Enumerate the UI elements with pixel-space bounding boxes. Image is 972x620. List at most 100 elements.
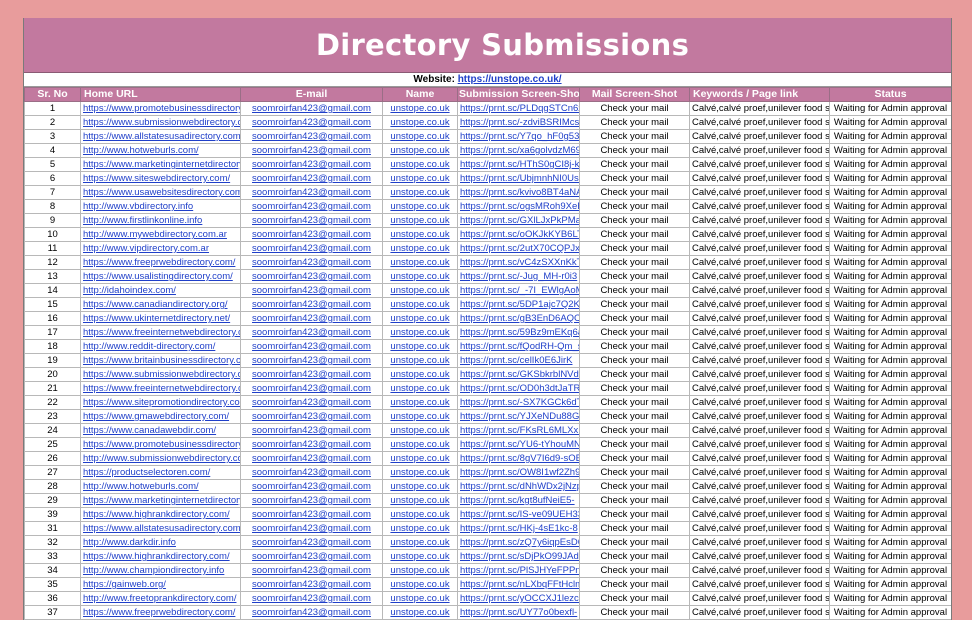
cell-name-link[interactable]: unstope.co.uk <box>382 591 458 606</box>
cell-keywords[interactable]: Calvé,calvé proef,unilever food s <box>689 157 830 172</box>
cell-email-link[interactable]: soomroirfan423@gmail.com <box>240 409 383 424</box>
cell-email-link[interactable]: soomroirfan423@gmail.com <box>240 563 383 578</box>
cell-keywords[interactable]: Calvé,calvé proef,unilever food s <box>689 577 830 592</box>
cell-sr-no[interactable]: 32 <box>24 535 81 550</box>
cell-mail-shot[interactable]: Check your mail <box>579 283 690 298</box>
cell-sr-no[interactable]: 14 <box>24 283 81 298</box>
cell-sr-no[interactable]: 22 <box>24 395 81 410</box>
cell-email-link[interactable]: soomroirfan423@gmail.com <box>240 129 383 144</box>
cell-home-url-link[interactable]: http://www.freetoprankdirectory.com/ <box>80 591 241 606</box>
cell-status[interactable]: Waiting for Admin approval <box>829 213 951 228</box>
cell-status[interactable]: Waiting for Admin approval <box>829 479 951 494</box>
cell-status[interactable]: Waiting for Admin approval <box>829 605 951 620</box>
cell-email-link[interactable]: soomroirfan423@gmail.com <box>240 437 383 452</box>
cell-keywords[interactable]: Calvé,calvé proef,unilever food s <box>689 353 830 368</box>
cell-submission-shot-link[interactable]: https://prnt.sc/YJXeNDu88GZa <box>457 409 580 424</box>
cell-sr-no[interactable]: 15 <box>24 297 81 312</box>
cell-name-link[interactable]: unstope.co.uk <box>382 549 458 564</box>
cell-keywords[interactable]: Calvé,calvé proef,unilever food s <box>689 493 830 508</box>
cell-sr-no[interactable]: 5 <box>24 157 81 172</box>
cell-home-url-link[interactable]: https://www.freeprwebdirectory.com/ <box>80 605 241 620</box>
cell-sr-no[interactable]: 10 <box>24 227 81 242</box>
cell-keywords[interactable]: Calvé,calvé proef,unilever food s <box>689 297 830 312</box>
cell-status[interactable]: Waiting for Admin approval <box>829 325 951 340</box>
cell-name-link[interactable]: unstope.co.uk <box>382 255 458 270</box>
cell-status[interactable]: Waiting for Admin approval <box>829 451 951 466</box>
cell-home-url-link[interactable]: http://www.mywebdirectory.com.ar <box>80 227 241 242</box>
col-header-home-url[interactable]: Home URL <box>80 87 241 102</box>
cell-keywords[interactable]: Calvé,calvé proef,unilever food s <box>689 199 830 214</box>
cell-mail-shot[interactable]: Check your mail <box>579 395 690 410</box>
cell-submission-shot-link[interactable]: https://prnt.sc/GKSbkrblNVdv <box>457 367 580 382</box>
col-header-status[interactable]: Status <box>829 87 951 102</box>
cell-sr-no[interactable]: 28 <box>24 479 81 494</box>
cell-keywords[interactable]: Calvé,calvé proef,unilever food s <box>689 423 830 438</box>
cell-home-url-link[interactable]: https://www.freeinternetwebdirectory.com… <box>80 381 241 396</box>
cell-mail-shot[interactable]: Check your mail <box>579 451 690 466</box>
cell-email-link[interactable]: soomroirfan423@gmail.com <box>240 283 383 298</box>
cell-name-link[interactable]: unstope.co.uk <box>382 423 458 438</box>
cell-name-link[interactable]: unstope.co.uk <box>382 493 458 508</box>
cell-mail-shot[interactable]: Check your mail <box>579 269 690 284</box>
cell-mail-shot[interactable]: Check your mail <box>579 367 690 382</box>
cell-keywords[interactable]: Calvé,calvé proef,unilever food s <box>689 255 830 270</box>
cell-keywords[interactable]: Calvé,calvé proef,unilever food s <box>689 479 830 494</box>
cell-sr-no[interactable]: 11 <box>24 241 81 256</box>
cell-sr-no[interactable]: 8 <box>24 199 81 214</box>
cell-status[interactable]: Waiting for Admin approval <box>829 381 951 396</box>
cell-email-link[interactable]: soomroirfan423@gmail.com <box>240 549 383 564</box>
cell-name-link[interactable]: unstope.co.uk <box>382 521 458 536</box>
cell-sr-no[interactable]: 18 <box>24 339 81 354</box>
cell-mail-shot[interactable]: Check your mail <box>579 297 690 312</box>
cell-home-url-link[interactable]: https://www.highrankdirectory.com/ <box>80 507 241 522</box>
cell-email-link[interactable]: soomroirfan423@gmail.com <box>240 269 383 284</box>
cell-keywords[interactable]: Calvé,calvé proef,unilever food s <box>689 311 830 326</box>
cell-sr-no[interactable]: 13 <box>24 269 81 284</box>
cell-submission-shot-link[interactable]: https://prnt.sc/fQodRH-Qm_sm <box>457 339 580 354</box>
cell-submission-shot-link[interactable]: https://prnt.sc/-Jug_MH-r0i3 <box>457 269 580 284</box>
cell-status[interactable]: Waiting for Admin approval <box>829 199 951 214</box>
cell-home-url-link[interactable]: https://www.marketinginternetdirectory.c… <box>80 157 241 172</box>
cell-home-url-link[interactable]: https://www.freeinternetwebdirectory.com… <box>80 325 241 340</box>
cell-submission-shot-link[interactable]: https://prnt.sc/xa6golvdzM69 <box>457 143 580 158</box>
cell-keywords[interactable]: Calvé,calvé proef,unilever food s <box>689 185 830 200</box>
cell-sr-no[interactable]: 33 <box>24 549 81 564</box>
cell-home-url-link[interactable]: https://www.highrankdirectory.com/ <box>80 549 241 564</box>
cell-status[interactable]: Waiting for Admin approval <box>829 283 951 298</box>
cell-name-link[interactable]: unstope.co.uk <box>382 381 458 396</box>
cell-sr-no[interactable]: 21 <box>24 381 81 396</box>
cell-name-link[interactable]: unstope.co.uk <box>382 353 458 368</box>
cell-name-link[interactable]: unstope.co.uk <box>382 115 458 130</box>
cell-sr-no[interactable]: 16 <box>24 311 81 326</box>
cell-home-url-link[interactable]: https://www.usawebsitesdirectory.com/ <box>80 185 241 200</box>
cell-home-url-link[interactable]: https://www.gmawebdirectory.com/ <box>80 409 241 424</box>
cell-email-link[interactable]: soomroirfan423@gmail.com <box>240 325 383 340</box>
cell-status[interactable]: Waiting for Admin approval <box>829 437 951 452</box>
cell-name-link[interactable]: unstope.co.uk <box>382 269 458 284</box>
cell-home-url-link[interactable]: https://gainweb.org/ <box>80 577 241 592</box>
cell-home-url-link[interactable]: https://www.usalistingdirectory.com/ <box>80 269 241 284</box>
cell-mail-shot[interactable]: Check your mail <box>579 353 690 368</box>
website-link[interactable]: https://unstope.co.uk/ <box>458 74 562 85</box>
cell-mail-shot[interactable]: Check your mail <box>579 241 690 256</box>
cell-keywords[interactable]: Calvé,calvé proef,unilever food s <box>689 325 830 340</box>
cell-submission-shot-link[interactable]: https://prnt.sc/dNhWDx2jNzpf <box>457 479 580 494</box>
cell-name-link[interactable]: unstope.co.uk <box>382 185 458 200</box>
cell-name-link[interactable]: unstope.co.uk <box>382 479 458 494</box>
cell-submission-shot-link[interactable]: https://prnt.sc/HThS0gCI8j-k <box>457 157 580 172</box>
cell-sr-no[interactable]: 39 <box>24 507 81 522</box>
cell-submission-shot-link[interactable]: https://prnt.sc/kvivo8BT4aNA <box>457 185 580 200</box>
cell-home-url-link[interactable]: https://www.allstatesusadirectory.com/ <box>80 129 241 144</box>
cell-name-link[interactable]: unstope.co.uk <box>382 283 458 298</box>
cell-submission-shot-link[interactable]: https://prnt.sc/OW8I1wf2Zh9Y <box>457 465 580 480</box>
col-header-keywords[interactable]: Keywords / Page link <box>689 87 830 102</box>
cell-email-link[interactable]: soomroirfan423@gmail.com <box>240 423 383 438</box>
cell-keywords[interactable]: Calvé,calvé proef,unilever food s <box>689 409 830 424</box>
cell-mail-shot[interactable]: Check your mail <box>579 115 690 130</box>
cell-sr-no[interactable]: 4 <box>24 143 81 158</box>
cell-keywords[interactable]: Calvé,calvé proef,unilever food s <box>689 367 830 382</box>
cell-sr-no[interactable]: 31 <box>24 521 81 536</box>
cell-sr-no[interactable]: 19 <box>24 353 81 368</box>
cell-status[interactable]: Waiting for Admin approval <box>829 409 951 424</box>
cell-home-url-link[interactable]: http://www.hotweburls.com/ <box>80 143 241 158</box>
